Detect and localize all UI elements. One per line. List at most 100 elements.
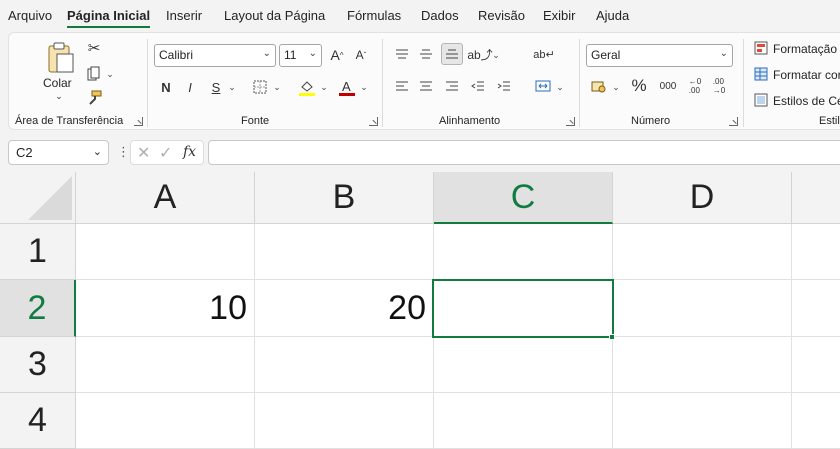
tab-arquivo[interactable]: Arquivo <box>8 8 52 23</box>
cancel-icon[interactable]: ✕ <box>137 143 150 163</box>
borders-chevron-down-icon[interactable]: ⌄ <box>272 81 282 93</box>
column-header-b[interactable]: B <box>255 172 434 224</box>
align-left-icon[interactable] <box>393 77 411 95</box>
cell-e3[interactable] <box>792 337 840 393</box>
formula-input[interactable] <box>208 140 840 165</box>
underline-chevron-down-icon[interactable]: ⌄ <box>227 81 237 93</box>
cell-e1[interactable] <box>792 224 840 280</box>
row-header-1[interactable]: 1 <box>0 224 76 280</box>
number-format-value: Geral <box>591 48 621 62</box>
cell-a1[interactable] <box>76 224 255 280</box>
cell-c3[interactable] <box>434 337 613 393</box>
tab-inserir[interactable]: Inserir <box>166 8 202 23</box>
cell-d1[interactable] <box>613 224 792 280</box>
cell-e4[interactable] <box>792 393 840 449</box>
column-header-e[interactable] <box>792 172 840 224</box>
accounting-format-icon[interactable] <box>589 77 609 95</box>
font-size-value: 11 <box>284 48 297 62</box>
font-color-icon[interactable]: A <box>337 77 357 97</box>
percent-button[interactable]: % <box>627 75 651 97</box>
tab-exibir[interactable]: Exibir <box>543 8 576 23</box>
fill-handle[interactable] <box>609 334 615 340</box>
cell-d4[interactable] <box>613 393 792 449</box>
cell-b1[interactable] <box>255 224 434 280</box>
row-header-4[interactable]: 4 <box>0 393 76 449</box>
number-format-select[interactable]: Geral ⌄ <box>586 44 733 67</box>
enter-icon[interactable]: ✓ <box>159 143 172 163</box>
column-header-d[interactable]: D <box>613 172 792 224</box>
increase-decimal-icon[interactable]: ←0.00 <box>685 75 705 97</box>
cell-b4[interactable] <box>255 393 434 449</box>
paste-chevron-down-icon[interactable]: ⌄ <box>54 91 64 101</box>
cell-a3[interactable] <box>76 337 255 393</box>
increase-indent-icon[interactable] <box>495 77 513 95</box>
select-all-button[interactable] <box>0 172 76 224</box>
row-header-3[interactable]: 3 <box>0 337 76 393</box>
format-as-table-icon[interactable] <box>753 66 769 82</box>
tab-revisao[interactable]: Revisão <box>478 8 525 23</box>
cell-c4[interactable] <box>434 393 613 449</box>
comma-style-button[interactable]: 000 <box>655 77 681 95</box>
wrap-text-icon[interactable]: ab↵ <box>533 45 554 63</box>
italic-button[interactable]: I <box>181 77 199 97</box>
cell-a2[interactable]: 10 <box>76 280 255 337</box>
paste-icon[interactable] <box>43 41 77 75</box>
alignment-launcher-icon[interactable] <box>566 117 575 126</box>
cell-d2[interactable] <box>613 280 792 337</box>
column-header-c[interactable]: C <box>434 172 613 224</box>
name-box[interactable]: C2 ⌄ <box>8 140 109 165</box>
tab-pagina-inicial[interactable]: Página Inicial <box>67 8 151 28</box>
borders-icon[interactable] <box>251 77 269 97</box>
align-top-icon[interactable] <box>393 45 411 63</box>
decrease-decimal-icon[interactable]: .00 →0 <box>709 75 729 97</box>
conditional-formatting-icon[interactable] <box>753 40 769 56</box>
tab-layout-da-pagina[interactable]: Layout da Página <box>224 8 325 23</box>
format-painter-icon[interactable] <box>85 89 103 107</box>
align-center-icon[interactable] <box>417 77 435 95</box>
conditional-formatting-button[interactable]: Formatação C <box>773 42 840 56</box>
cell-c1[interactable] <box>434 224 613 280</box>
cell-styles-button[interactable]: Estilos de Cél <box>773 94 840 108</box>
row-header-2[interactable]: 2 <box>0 280 76 337</box>
number-launcher-icon[interactable] <box>729 117 738 126</box>
bold-button[interactable]: N <box>157 77 175 97</box>
cell-e2[interactable] <box>792 280 840 337</box>
clipboard-launcher-icon[interactable] <box>134 117 143 126</box>
increase-font-size-icon[interactable]: A ^ <box>327 45 347 65</box>
paste-button[interactable]: Colar <box>43 76 72 90</box>
decrease-indent-icon[interactable] <box>469 77 487 95</box>
tab-dados[interactable]: Dados <box>421 8 459 23</box>
fill-color-icon[interactable] <box>297 77 317 97</box>
cell-b2[interactable]: 20 <box>255 280 434 337</box>
tab-formulas[interactable]: Fórmulas <box>347 8 401 23</box>
copy-icon[interactable] <box>85 65 103 83</box>
cell-styles-icon[interactable] <box>753 92 769 108</box>
chevron-down-icon: ⌄ <box>92 146 102 158</box>
insert-function-button[interactable]: fx <box>183 144 196 160</box>
font-color-chevron-down-icon[interactable]: ⌄ <box>359 81 369 93</box>
font-name-select[interactable]: Calibri ⌄ <box>154 44 276 67</box>
orientation-icon[interactable]: ab⤴ <box>467 45 492 63</box>
decrease-font-size-icon[interactable]: Aˇ <box>351 45 371 65</box>
align-right-icon[interactable] <box>443 77 461 95</box>
chevron-down-icon: ⌄ <box>262 48 271 59</box>
cell-b3[interactable] <box>255 337 434 393</box>
column-header-a[interactable]: A <box>76 172 255 224</box>
font-size-select[interactable]: 11 ⌄ <box>279 44 322 67</box>
font-launcher-icon[interactable] <box>369 117 378 126</box>
align-bottom-icon[interactable] <box>441 43 463 65</box>
cell-a4[interactable] <box>76 393 255 449</box>
merge-chevron-down-icon[interactable]: ⌄ <box>555 81 565 93</box>
cut-icon[interactable]: ✂ <box>85 39 103 57</box>
format-as-table-button[interactable]: Formatar cor <box>773 68 840 82</box>
cell-d3[interactable] <box>613 337 792 393</box>
accounting-chevron-down-icon[interactable]: ⌄ <box>611 81 621 93</box>
underline-button[interactable]: S <box>207 77 225 97</box>
merge-center-icon[interactable] <box>533 77 553 95</box>
align-middle-icon[interactable] <box>417 45 435 63</box>
orientation-chevron-down-icon[interactable]: ⌄ <box>491 49 501 61</box>
copy-chevron-down-icon[interactable]: ⌄ <box>105 69 115 79</box>
fill-color-chevron-down-icon[interactable]: ⌄ <box>319 81 329 93</box>
more-options-icon[interactable]: ⋮ <box>117 144 130 160</box>
tab-ajuda[interactable]: Ajuda <box>596 8 629 23</box>
